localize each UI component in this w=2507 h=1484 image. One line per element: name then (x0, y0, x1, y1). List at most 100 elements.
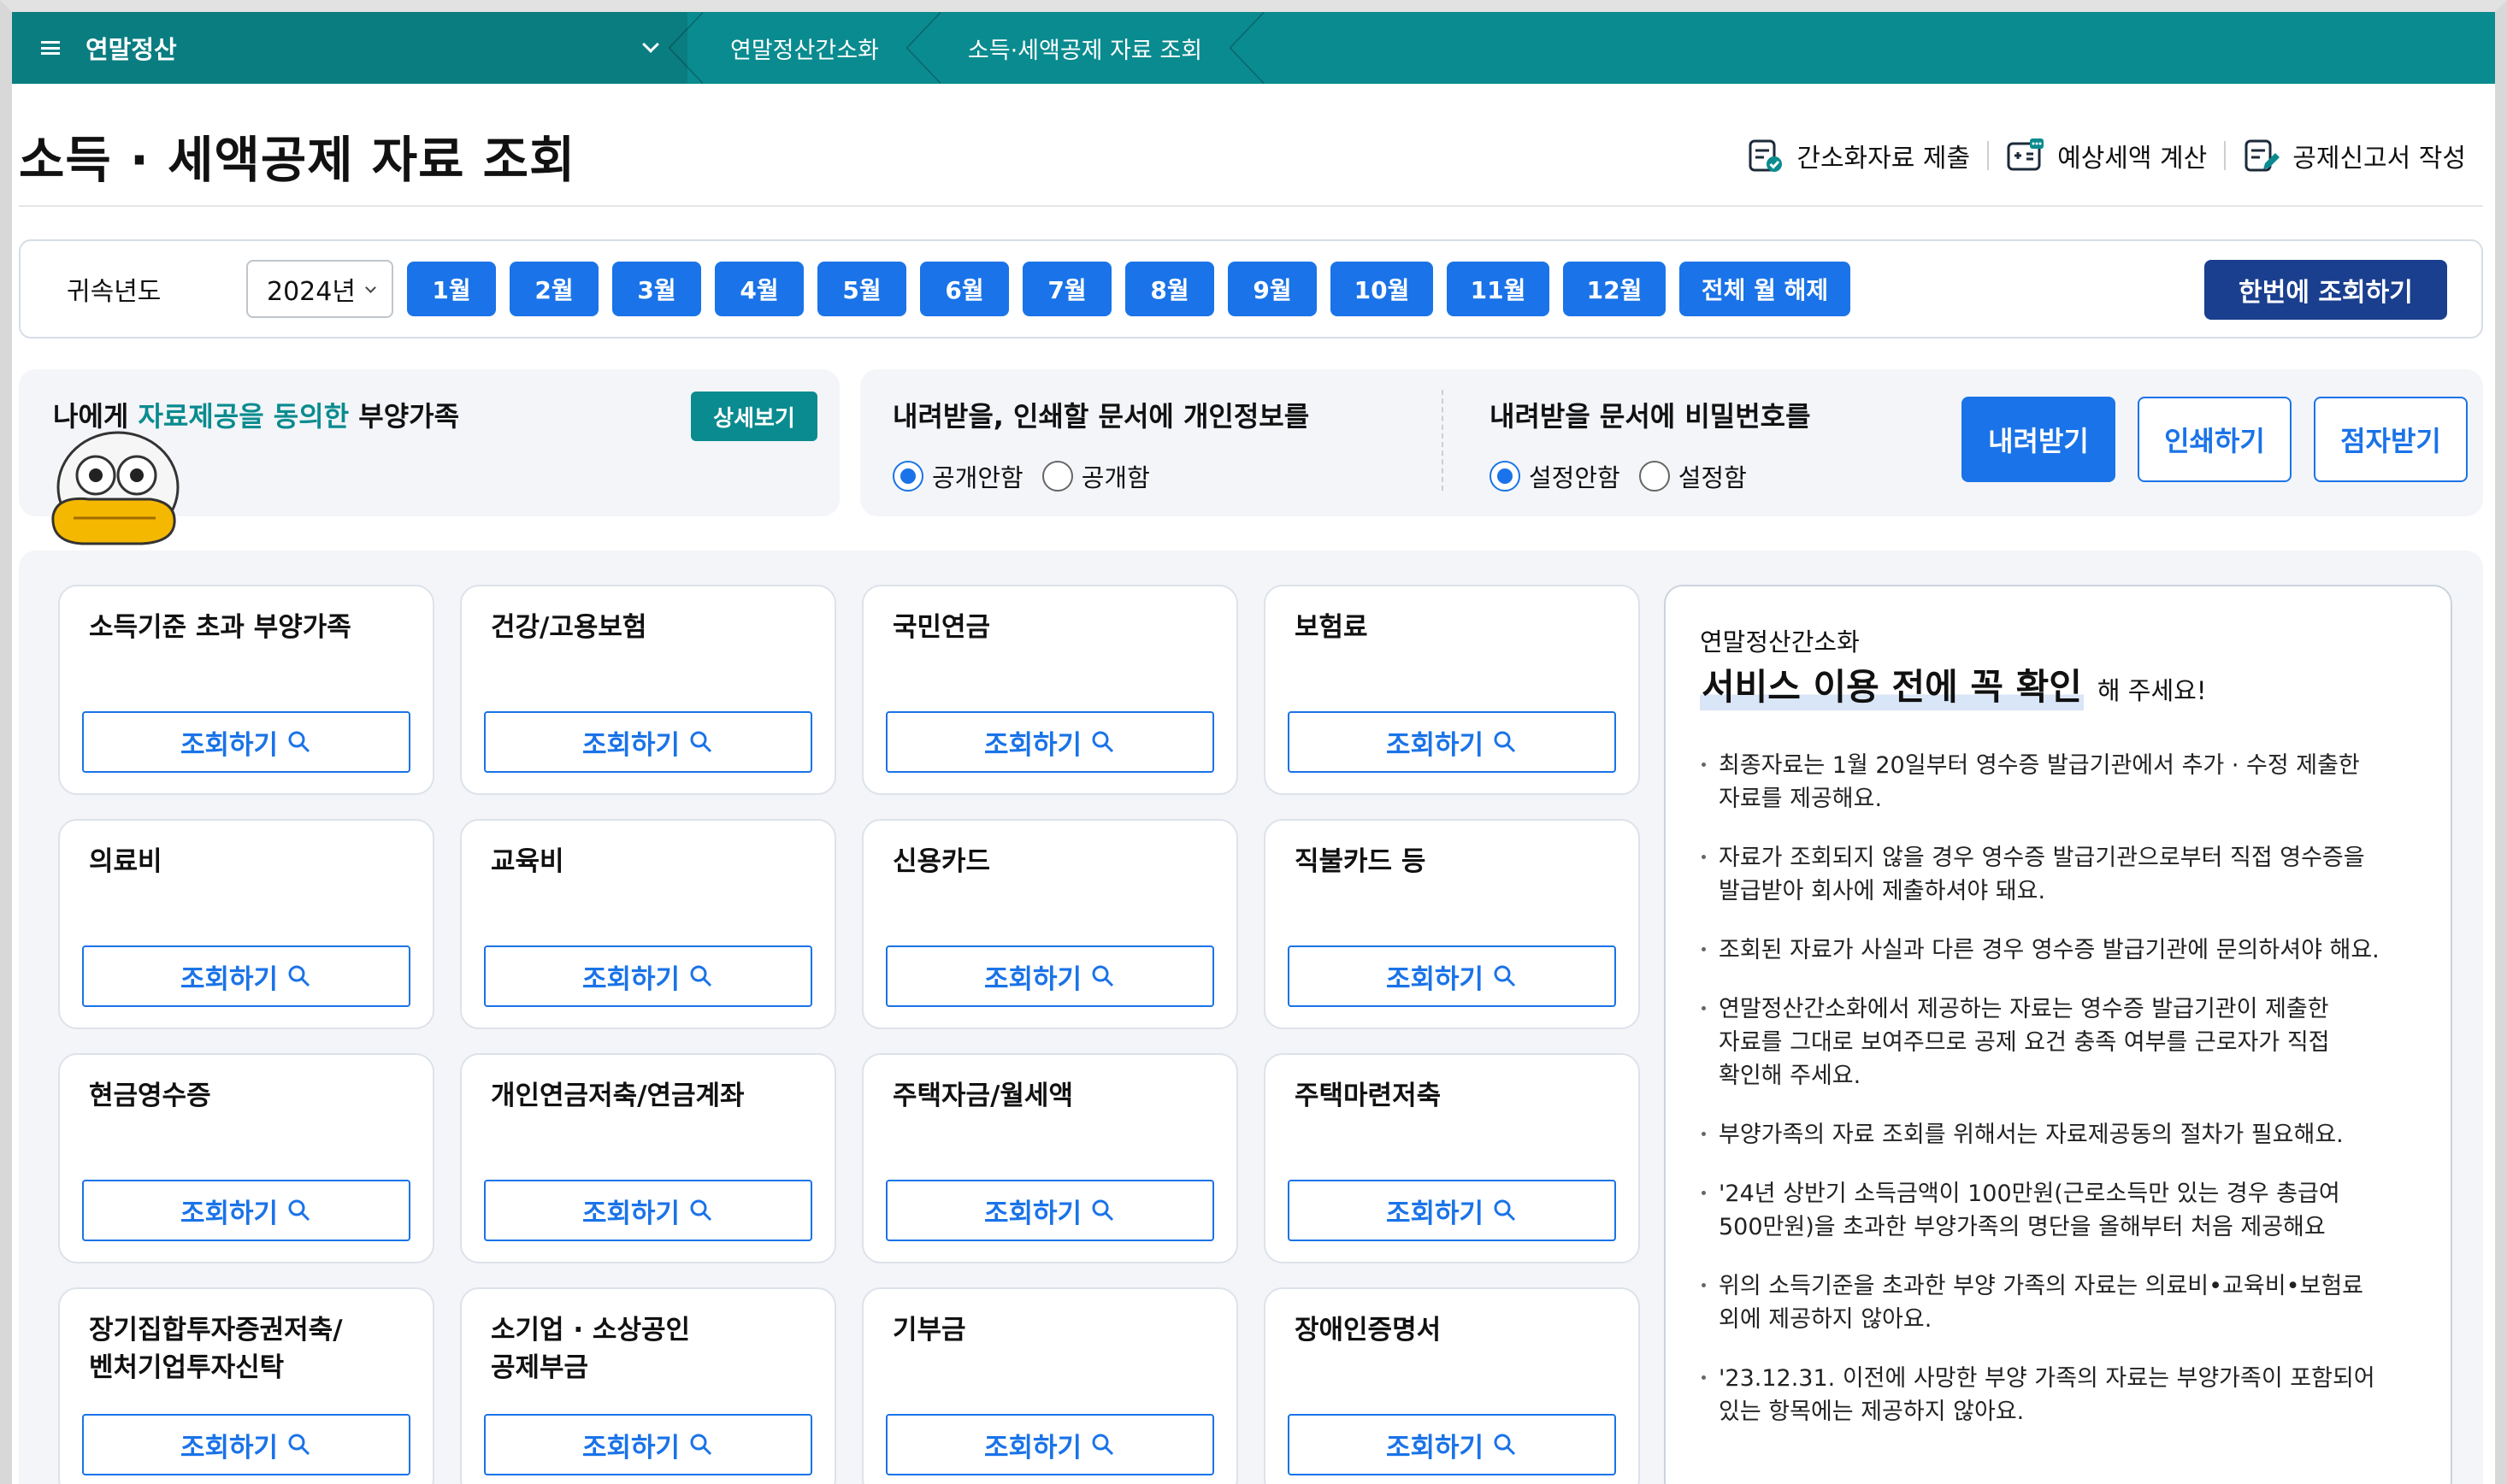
consent-title-suffix: 부양가족 (349, 400, 460, 433)
card-title: 개인연금저축/연금계좌 (491, 1081, 745, 1111)
radio-label: 설정함 (1678, 463, 1747, 492)
password-radio-off[interactable]: 설정안함 (1489, 458, 1620, 494)
inquire-button[interactable]: 조회하기 (484, 945, 812, 1007)
search-icon (1494, 965, 1516, 987)
hamburger-menu-icon[interactable] (41, 41, 60, 55)
inquire-button[interactable]: 조회하기 (82, 1414, 410, 1475)
inquire-button[interactable]: 조회하기 (886, 945, 1214, 1007)
month-button-10[interactable]: 10월 (1330, 262, 1433, 316)
consent-title-prefix: 나에게 (53, 400, 139, 433)
inquire-button[interactable]: 조회하기 (484, 1180, 812, 1241)
document-edit-icon (2245, 139, 2280, 172)
app-frame: 연말정산 연말정산간소화 소득·세액공제 자료 조회 소득 · 세액공제 자료 … (0, 0, 2507, 1484)
card-title: 장기집합투자증권저축/ 벤처기업투자신탁 (89, 1315, 343, 1383)
quick-link-write[interactable]: 공제신고서 작성 (2226, 137, 2483, 174)
print-button[interactable]: 인쇄하기 (2138, 397, 2292, 482)
inquire-button[interactable]: 조회하기 (484, 711, 812, 773)
search-icon (690, 965, 712, 987)
card-title: 의료비 (89, 846, 162, 877)
month-button-9[interactable]: 9월 (1228, 262, 1317, 316)
inquire-button[interactable]: 조회하기 (1288, 945, 1616, 1007)
breadcrumb-item-1[interactable]: 연말정산간소화 (687, 12, 925, 84)
document-options-panel: 내려받을, 인쇄할 문서에 개인정보를 공개안함 공개함 내려받을 문서에 비밀… (860, 369, 2483, 516)
radio-icon (1638, 461, 1670, 492)
download-button[interactable]: 내려받기 (1961, 397, 2115, 482)
inquire-button[interactable]: 조회하기 (82, 711, 410, 773)
chevron-down-icon[interactable] (642, 36, 659, 53)
month-button-3[interactable]: 3월 (612, 262, 701, 316)
card-title: 주택자금/월세액 (893, 1081, 1073, 1111)
search-icon (1494, 731, 1516, 753)
deduction-card: 보험료조회하기 (1264, 585, 1640, 795)
privacy-radio-hide[interactable]: 공개안함 (893, 458, 1023, 494)
inquire-button[interactable]: 조회하기 (1288, 1414, 1616, 1475)
inquire-button[interactable]: 조회하기 (484, 1414, 812, 1475)
notice-item: 부양가족의 자료 조회를 위해서는 자료제공동의 절차가 필요해요. (1700, 1118, 2408, 1151)
month-button-7[interactable]: 7월 (1023, 262, 1112, 316)
notice-headline: 서비스 이용 전에 꼭 확인 해 주세요! (1700, 658, 2206, 710)
inquire-button[interactable]: 조회하기 (886, 1414, 1214, 1475)
deduction-card: 소기업 · 소상공인 공제부금조회하기 (460, 1287, 836, 1484)
month-button-6[interactable]: 6월 (920, 262, 1009, 316)
card-title: 보험료 (1295, 612, 1368, 643)
month-button-2[interactable]: 2월 (510, 262, 599, 316)
notice-item: '23.12.31. 이전에 사망한 부양 가족의 자료는 부양가족이 포함되어… (1700, 1362, 2408, 1428)
inquire-button-label: 조회하기 (581, 729, 681, 761)
deduction-card: 주택마련저축 조회하기 (1264, 1053, 1640, 1263)
card-title: 소기업 · 소상공인 공제부금 (491, 1315, 691, 1383)
month-button-12[interactable]: 12월 (1563, 262, 1666, 316)
inquire-button-label: 조회하기 (1385, 729, 1484, 761)
inquire-button[interactable]: 조회하기 (886, 1180, 1214, 1241)
card-title: 건강/고용보험 (491, 612, 647, 643)
deduction-card: 장애인증명서 조회하기 (1264, 1287, 1640, 1484)
notice-panel: 연말정산간소화 서비스 이용 전에 꼭 확인 해 주세요! 최종자료는 1월 2… (1664, 585, 2452, 1484)
inquire-button-label: 조회하기 (180, 963, 279, 995)
inquire-button[interactable]: 조회하기 (1288, 711, 1616, 773)
braille-button[interactable]: 점자받기 (2314, 397, 2468, 482)
menu-title: 연말정산 (86, 35, 177, 64)
year-select[interactable]: 2024년 (246, 260, 393, 318)
inquire-button[interactable]: 조회하기 (82, 1180, 410, 1241)
password-option-title: 내려받을 문서에 비밀번호를 (1489, 400, 1811, 433)
inquire-button-label: 조회하기 (983, 729, 1082, 761)
month-button-5[interactable]: 5월 (817, 262, 906, 316)
search-icon (1494, 1434, 1516, 1456)
deduction-card: 현금영수증조회하기 (58, 1053, 434, 1263)
inquire-all-button[interactable]: 한번에 조회하기 (2204, 260, 2447, 320)
quick-link-submit[interactable]: 간소화자료 제출 (1730, 137, 1987, 174)
view-details-button[interactable]: 상세보기 (691, 392, 817, 441)
title-row: 소득 · 세액공제 자료 조회 간소화자료 제출 예상세액 계산 공제신고서 작… (19, 106, 2483, 207)
search-icon (690, 1434, 712, 1456)
notice-item: 조회된 자료가 사실과 다른 경우 영수증 발급기관에 문의하셔야 해요. (1700, 933, 2408, 967)
privacy-option-title: 내려받을, 인쇄할 문서에 개인정보를 (893, 400, 1310, 433)
password-option-group: 내려받을 문서에 비밀번호를 설정안함 설정함 (1489, 395, 1811, 494)
search-icon (288, 1199, 310, 1222)
inquire-button-label: 조회하기 (1385, 1198, 1484, 1229)
breadcrumb-item-2[interactable]: 소득·세액공제 자료 조회 (925, 12, 1248, 84)
deduction-card: 기부금조회하기 (862, 1287, 1238, 1484)
quick-links: 간소화자료 제출 예상세액 계산 공제신고서 작성 (1730, 137, 2483, 174)
card-title: 현금영수증 (89, 1081, 211, 1111)
notice-item: 자료가 조회되지 않을 경우 영수증 발급기관으로부터 직접 영수증을 발급받아… (1700, 841, 2408, 908)
inquire-button[interactable]: 조회하기 (1288, 1180, 1616, 1241)
month-button-8[interactable]: 8월 (1125, 262, 1214, 316)
deduction-card: 국민연금 조회하기 (862, 585, 1238, 795)
quick-link-calculate[interactable]: 예상세액 계산 (1989, 137, 2224, 174)
month-button-11[interactable]: 11월 (1447, 262, 1549, 316)
deduction-card: 신용카드 조회하기 (862, 819, 1238, 1029)
month-button-1[interactable]: 1월 (407, 262, 496, 316)
inquire-button[interactable]: 조회하기 (886, 711, 1214, 773)
clear-all-months-button[interactable]: 전체 월 해제 (1679, 262, 1850, 316)
divider (1442, 390, 1443, 491)
notice-headline-suffix: 해 주세요! (2097, 676, 2207, 705)
inquire-button[interactable]: 조회하기 (82, 945, 410, 1007)
password-radio-on[interactable]: 설정함 (1638, 458, 1747, 494)
search-icon (1092, 731, 1114, 753)
month-button-4[interactable]: 4월 (715, 262, 804, 316)
privacy-radio-show[interactable]: 공개함 (1041, 458, 1150, 494)
menu-dropdown[interactable]: 연말정산 (12, 12, 687, 84)
inquire-button-label: 조회하기 (180, 729, 279, 761)
consent-dependents-panel: 나에게 자료제공을 동의한 부양가족 상세보기 (19, 369, 840, 545)
notice-item: 연말정산간소화에서 제공하는 자료는 영수증 발급기관이 제출한 자료를 그대로… (1700, 992, 2408, 1092)
card-title: 기부금 (893, 1315, 966, 1346)
